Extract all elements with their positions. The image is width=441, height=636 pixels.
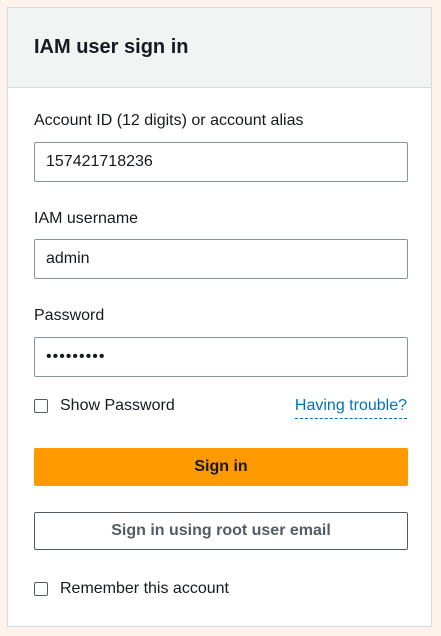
remember-account-row[interactable]: Remember this account	[34, 580, 229, 598]
page-title: IAM user sign in	[34, 36, 189, 58]
account-id-input[interactable]	[34, 142, 408, 182]
show-password-checkbox[interactable]	[34, 399, 48, 413]
username-input[interactable]	[34, 239, 408, 279]
root-user-sign-in-label: Sign in using root user email	[111, 522, 331, 539]
remember-account-label: Remember this account	[60, 580, 229, 597]
password-input[interactable]	[34, 337, 408, 377]
sign-in-button-label: Sign in	[194, 458, 248, 475]
having-trouble-link[interactable]: Having trouble?	[294, 397, 407, 419]
username-label: IAM username	[34, 210, 139, 227]
show-password-row[interactable]: Show Password	[34, 397, 175, 415]
sign-in-card: IAM user sign in Account ID (12 digits) …	[7, 7, 432, 627]
root-user-sign-in-button[interactable]: Sign in using root user email	[34, 512, 408, 550]
show-password-label: Show Password	[60, 397, 175, 414]
card-header: IAM user sign in	[8, 8, 431, 88]
password-label: Password	[34, 307, 105, 324]
account-id-label: Account ID (12 digits) or account alias	[34, 112, 304, 129]
remember-account-checkbox[interactable]	[34, 582, 48, 596]
sign-in-button[interactable]: Sign in	[34, 448, 408, 486]
